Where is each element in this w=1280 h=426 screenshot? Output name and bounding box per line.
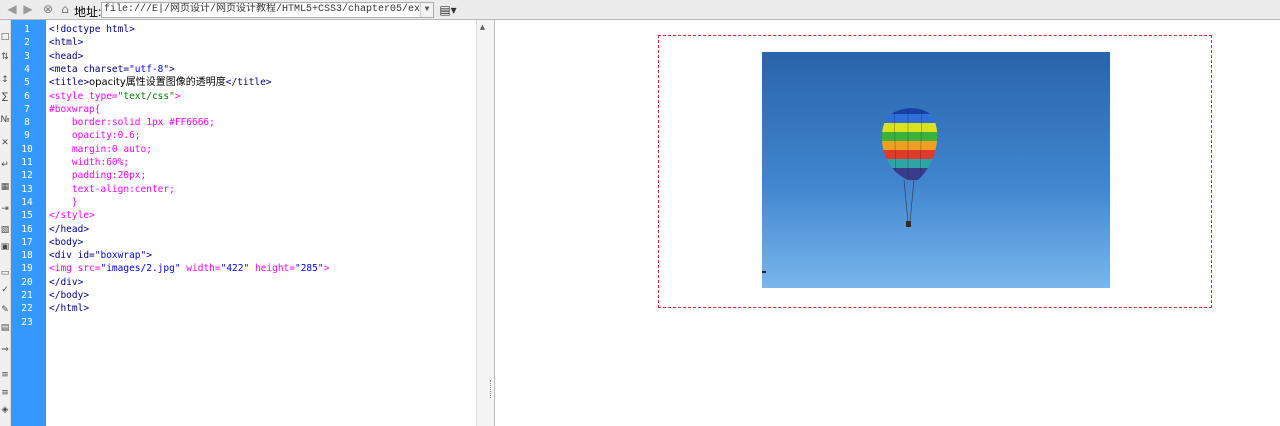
line-number: 7 [24,103,30,115]
split-view-divider[interactable] [488,20,495,426]
home-icon[interactable]: ⌂ [58,2,72,16]
line-number: 15 [21,210,33,222]
code-line-1: <!doctype html> [49,24,135,35]
code-line-4: <meta charset="utf-8"> [49,63,175,75]
grip-icon [490,380,493,398]
auto-indent-icon[interactable]: ⇥ [0,204,10,214]
design-view[interactable] [495,20,1280,426]
address-label: 地址: [74,5,102,19]
line-number: 10 [21,143,33,155]
balloon-image[interactable] [762,52,1110,288]
code-line-3: <head> [49,50,84,62]
back-arrow-icon[interactable]: ◀ [5,2,19,16]
outdent-code-icon[interactable]: ≡ [0,370,10,380]
line-number: 3 [24,50,30,62]
code-editor[interactable]: <!doctype html> <html> <head> <meta char… [46,20,476,426]
line-number: 2 [24,37,30,49]
code-line-15: </style> [49,210,95,222]
line-number: 22 [21,303,33,315]
code-line-14: } [49,196,78,208]
stop-icon[interactable]: ⊗ [41,2,55,16]
code-line-12: padding:20px; [49,170,147,182]
line-number: 9 [24,130,30,142]
coding-toolbar: □ ⇅ ↕ ∑ № ✕ ↵ ▦ ⇥ ▧ ▣ ▭ ✓ ✎ ▤ ⇒ ≡ ≡ ◈ [0,20,11,426]
page-options-icon[interactable]: ▤▾ [438,2,458,18]
hot-air-balloon-photo [762,52,1110,288]
code-line-16: </head> [49,223,90,235]
line-numbers-icon[interactable]: № [0,115,10,125]
line-number: 20 [21,276,33,288]
code-line-8: border:solid 1px #FF6666; [49,117,215,129]
recent-snippets-icon[interactable]: ✓ [0,285,10,295]
balance-braces-icon[interactable]: ≡ [0,388,10,398]
line-number: 6 [24,90,30,102]
collapse-icon[interactable]: ⇅ [0,52,10,62]
code-line-7: #boxwrap{ [49,103,101,115]
line-number: 11 [21,157,33,168]
line-number: 1 [24,24,30,35]
line-number: 16 [21,223,33,235]
format-source-icon[interactable]: ▤ [0,323,10,333]
address-value: file:///E|/网页设计/网页设计教程/HTML5+CSS3/chapte… [104,4,434,15]
open-documents-icon[interactable]: □ [0,32,10,42]
forward-arrow-icon[interactable]: ▶ [21,2,35,16]
wrap-tag-icon[interactable]: ▭ [0,268,10,278]
word-wrap-icon[interactable]: ↵ [0,160,10,170]
apply-comment-icon[interactable]: ▧ [0,225,10,235]
line-number: 8 [24,117,30,129]
line-number: 17 [21,236,33,248]
address-input[interactable]: file:///E|/网页设计/网页设计教程/HTML5+CSS3/chapte… [101,2,434,18]
line-number: 19 [21,263,33,275]
move-css-icon[interactable]: ✎ [0,305,10,315]
boxwrap-container[interactable] [658,35,1212,308]
code-line-20: </div> [49,276,84,288]
code-line-11: width:60%; [49,157,130,168]
code-line-18: <div id="boxwrap"> [49,250,152,262]
syntax-coloring-icon[interactable]: ▦ [0,182,10,192]
address-toolbar: ◀ ▶ ⊗ ⌂ 地址: file:///E|/网页设计/网页设计教程/HTML5… [0,0,1280,20]
code-line-21: </body> [49,290,90,301]
line-number: 5 [24,77,30,89]
remove-comment-icon[interactable]: ▣ [0,242,10,252]
code-line-13: text-align:center; [49,183,175,195]
expand-icon[interactable]: ↕ [0,75,10,85]
chevron-down-icon[interactable]: ▼ [420,3,433,17]
line-number: 4 [24,63,30,75]
code-scrollbar[interactable]: ▲ [476,20,488,426]
line-number: 12 [21,170,33,182]
line-number: 23 [21,316,33,328]
code-line-17: <body> [49,236,84,248]
line-number: 21 [21,290,33,301]
code-line-6: <style type="text/css"> [49,90,181,102]
code-line-22: </html> [49,303,90,315]
code-line-10: margin:0 auto; [49,143,152,155]
code-line-9: opacity:0.6; [49,130,141,142]
scroll-up-icon[interactable]: ▲ [478,23,487,31]
code-hint-icon[interactable]: ◈ [0,405,10,415]
highlight-invalid-icon[interactable]: ✕ [0,138,10,148]
line-number: 13 [21,183,33,195]
line-number-gutter: 1 2 3 4 5 6 7 8 9 10 11 12 13 14 15 16 17 18 19 20 21 22 23 [11,20,46,426]
line-number: 18 [21,250,33,262]
code-line-19: <img src="images/2.jpg" width="422" heig… [49,263,330,275]
indent-code-icon[interactable]: ⇒ [0,345,10,355]
code-line-5: <title>opacity属性设置图像的透明度</title> [49,77,272,89]
code-line-2: <html> [49,37,84,49]
balloon-basket [906,221,911,227]
line-number: 14 [21,196,33,208]
select-parent-icon[interactable]: ∑ [0,92,10,102]
